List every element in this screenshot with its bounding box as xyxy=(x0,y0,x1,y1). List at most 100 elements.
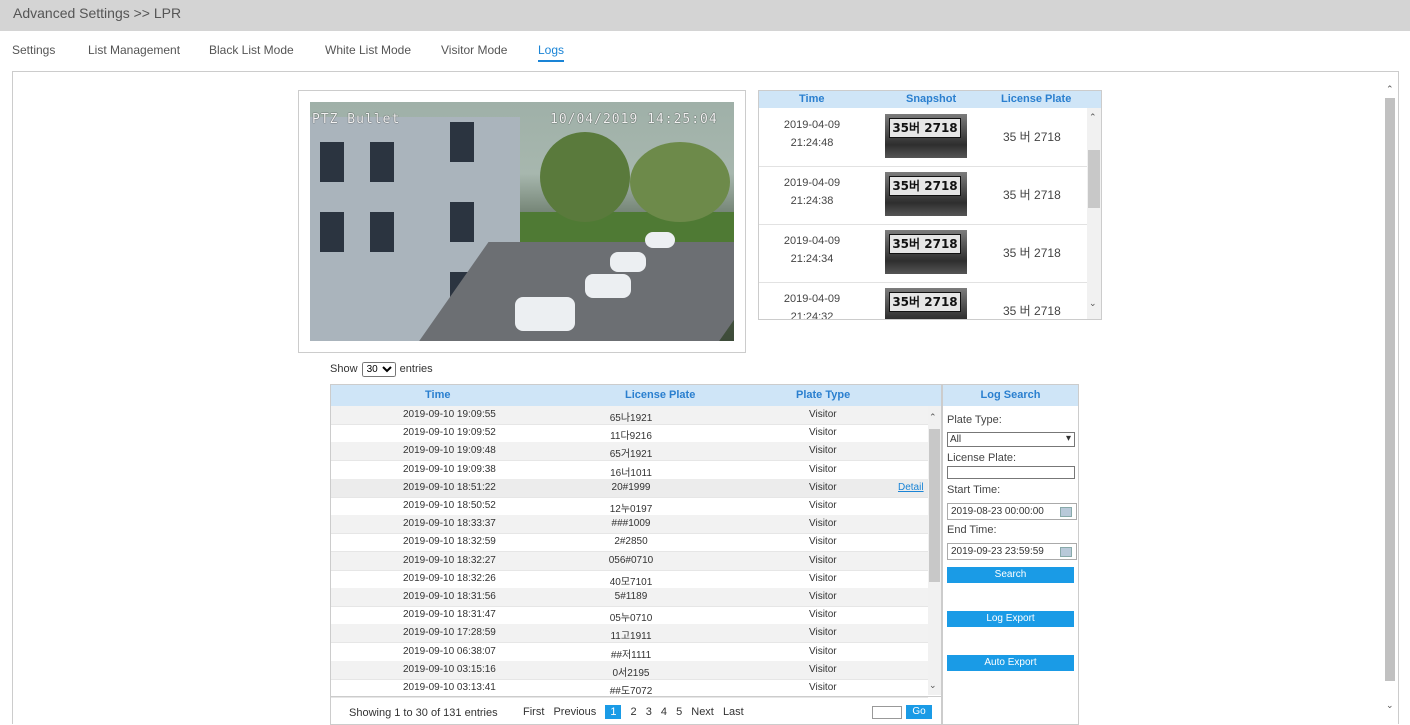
tab-white-list-mode[interactable]: White List Mode xyxy=(325,43,411,57)
snapshot-scrollbar-thumb[interactable] xyxy=(1088,150,1100,208)
log-table-footer: Showing 1 to 30 of 131 entries First Pre… xyxy=(331,696,941,724)
window-image xyxy=(320,212,344,252)
entries-per-page-select[interactable]: 30 xyxy=(361,362,396,377)
detail-link[interactable]: Detail xyxy=(898,482,924,493)
first-page-link[interactable]: First xyxy=(523,706,544,718)
table-row[interactable]: 2019-09-10 18:32:27 056#0710 Visitor xyxy=(331,551,928,571)
scroll-down-icon[interactable]: ⌄ xyxy=(1089,298,1097,308)
log-table: Time License Plate Plate Type 2019-09-10… xyxy=(330,384,942,725)
go-button[interactable]: Go xyxy=(906,705,932,719)
table-row[interactable]: 2019-09-10 06:38:07 ##저1111 Visitor xyxy=(331,643,928,662)
column-header-license-plate[interactable]: License Plate xyxy=(625,389,695,401)
log-time: 2019-09-10 18:32:27 xyxy=(403,554,496,566)
license-plate-label: License Plate: xyxy=(947,452,1017,464)
goto-page-input[interactable] xyxy=(872,706,902,719)
table-row[interactable]: 2019-09-10 18:33:37 ###1009 Visitor xyxy=(331,515,928,535)
previous-page-link[interactable]: Previous xyxy=(553,706,596,718)
snapshot-table: Time Snapshot License Plate 2019-04-09 21… xyxy=(758,90,1102,320)
page-5-link[interactable]: 5 xyxy=(676,706,682,718)
table-row[interactable]: 2019-09-10 03:15:16 0서2195 Visitor xyxy=(331,660,928,680)
snapshot-scrollbar[interactable]: ⌃ ⌄ xyxy=(1087,108,1101,319)
page-3-link[interactable]: 3 xyxy=(646,706,652,718)
log-plate: 16너1011 xyxy=(610,467,652,479)
page-2-link[interactable]: 2 xyxy=(631,706,637,718)
log-time: 2019-09-10 19:09:52 xyxy=(403,427,496,439)
log-plate-type: Visitor xyxy=(809,500,837,511)
log-time: 2019-09-10 06:38:07 xyxy=(403,645,496,657)
log-table-header: Time License Plate Plate Type xyxy=(331,385,941,406)
log-time: 2019-09-10 18:50:52 xyxy=(403,500,496,511)
table-row[interactable]: 2019-09-10 19:09:48 65거1921 Visitor xyxy=(331,442,928,462)
table-row[interactable]: 2019-09-10 19:09:38 16너1011 Visitor xyxy=(331,461,928,480)
tab-black-list-mode[interactable]: Black List Mode xyxy=(209,43,294,57)
column-header-time[interactable]: Time xyxy=(425,389,450,401)
scroll-up-icon[interactable]: ⌃ xyxy=(929,412,937,422)
tab-logs[interactable]: Logs xyxy=(538,43,565,62)
live-video[interactable]: PTZ Bullet 10/04/2019 14:25:04 xyxy=(310,102,734,341)
log-plate-type: Visitor xyxy=(809,409,837,420)
log-plate-type: Visitor xyxy=(809,481,837,493)
scroll-up-icon[interactable]: ⌃ xyxy=(1386,84,1394,94)
page-scrollbar[interactable]: ⌃ ⌄ xyxy=(1383,74,1397,723)
table-row[interactable]: 2019-09-10 18:50:52 12누0197 Visitor xyxy=(331,497,928,516)
column-header-plate-type[interactable]: Plate Type xyxy=(796,389,850,401)
plate-snapshot-image[interactable]: 35버 2718 xyxy=(885,114,967,158)
next-page-link[interactable]: Next xyxy=(691,706,714,718)
scroll-down-icon[interactable]: ⌄ xyxy=(1386,700,1394,710)
page-1-link[interactable]: 1 xyxy=(605,705,622,719)
log-plate-type: Visitor xyxy=(809,572,837,584)
license-plate-input[interactable] xyxy=(947,466,1075,479)
tab-visitor-mode[interactable]: Visitor Mode xyxy=(441,43,507,57)
table-row[interactable]: 2019-09-10 18:31:47 05누0710 Visitor xyxy=(331,606,928,626)
table-row[interactable]: 2019-09-10 17:28:59 11고1911 Visitor xyxy=(331,624,928,644)
entries-info: Showing 1 to 30 of 131 entries xyxy=(349,707,498,719)
snapshot-time: 2019-04-09 21:24:34 xyxy=(783,235,841,265)
table-row[interactable]: 2019-09-10 18:51:22 20#1999 Visitor Detail xyxy=(331,478,928,498)
log-plate: 65거1921 xyxy=(609,449,653,461)
log-plate: 11고1911 xyxy=(610,631,652,643)
snapshot-row[interactable]: 2019-04-09 21:24:32 35버 2718 35 버 2718 xyxy=(759,282,1087,320)
tab-list-management[interactable]: List Management xyxy=(88,43,180,57)
page-4-link[interactable]: 4 xyxy=(661,706,667,718)
snapshot-time: 2019-04-09 21:24:32 xyxy=(783,293,841,320)
plate-snapshot-image[interactable]: 35버 2718 xyxy=(885,288,967,319)
plate-type-select[interactable]: All ▾ xyxy=(947,432,1075,447)
table-row[interactable]: 2019-09-10 18:31:56 5#1189 Visitor xyxy=(331,588,928,607)
table-row[interactable]: 2019-09-10 19:09:55 65나1921 Visitor xyxy=(331,406,928,425)
calendar-icon[interactable] xyxy=(1060,507,1072,517)
scroll-down-icon[interactable]: ⌄ xyxy=(929,680,937,690)
search-button[interactable]: Search xyxy=(947,567,1074,583)
snapshot-plate: 35 버 2718 xyxy=(1003,130,1061,144)
snapshot-row[interactable]: 2019-04-09 21:24:34 35버 2718 35 버 2718 xyxy=(759,224,1087,283)
log-table-scrollbar-thumb[interactable] xyxy=(929,429,940,582)
snapshot-plate: 35 버 2718 xyxy=(1003,188,1061,202)
snapshot-plate: 35 버 2718 xyxy=(1003,246,1061,260)
log-plate: 40모7101 xyxy=(609,576,653,588)
log-plate-type: Visitor xyxy=(809,463,837,475)
log-export-button[interactable]: Log Export xyxy=(947,611,1074,627)
start-time-field[interactable]: 2019-08-23 00:00:00 xyxy=(947,503,1077,520)
top-bar: Advanced Settings >> LPR xyxy=(0,0,1410,31)
plate-snapshot-image[interactable]: 35버 2718 xyxy=(885,172,967,216)
last-page-link[interactable]: Last xyxy=(723,706,744,718)
chevron-down-icon: ▾ xyxy=(1065,433,1071,444)
end-time-field[interactable]: 2019-09-23 23:59:59 xyxy=(947,543,1077,560)
log-plate: 5#1189 xyxy=(614,591,648,602)
plate-snapshot-image[interactable]: 35버 2718 xyxy=(885,230,967,274)
table-row[interactable]: 2019-09-10 19:09:52 11다9216 Visitor xyxy=(331,424,928,444)
log-table-scrollbar[interactable]: ⌃ ⌄ xyxy=(928,406,941,695)
page-scrollbar-thumb[interactable] xyxy=(1385,98,1395,681)
log-plate-type: Visitor xyxy=(809,627,837,639)
table-row[interactable]: 2019-09-10 18:32:26 40모7101 Visitor xyxy=(331,570,928,589)
tab-bar: Settings List Management Black List Mode… xyxy=(0,31,1410,67)
snapshot-row[interactable]: 2019-04-09 21:24:48 35버 2718 35 버 2718 xyxy=(759,108,1087,167)
scroll-up-icon[interactable]: ⌃ xyxy=(1089,112,1097,122)
auto-export-button[interactable]: Auto Export xyxy=(947,655,1074,671)
page-title: Advanced Settings >> LPR xyxy=(13,5,182,21)
tab-settings[interactable]: Settings xyxy=(12,43,55,57)
log-plate: ##도7072 xyxy=(609,686,653,697)
window-image xyxy=(370,142,394,182)
snapshot-row[interactable]: 2019-04-09 21:24:38 35버 2718 35 버 2718 xyxy=(759,166,1087,225)
calendar-icon[interactable] xyxy=(1060,547,1072,557)
table-row[interactable]: 2019-09-10 18:32:59 2#2850 Visitor xyxy=(331,533,928,553)
